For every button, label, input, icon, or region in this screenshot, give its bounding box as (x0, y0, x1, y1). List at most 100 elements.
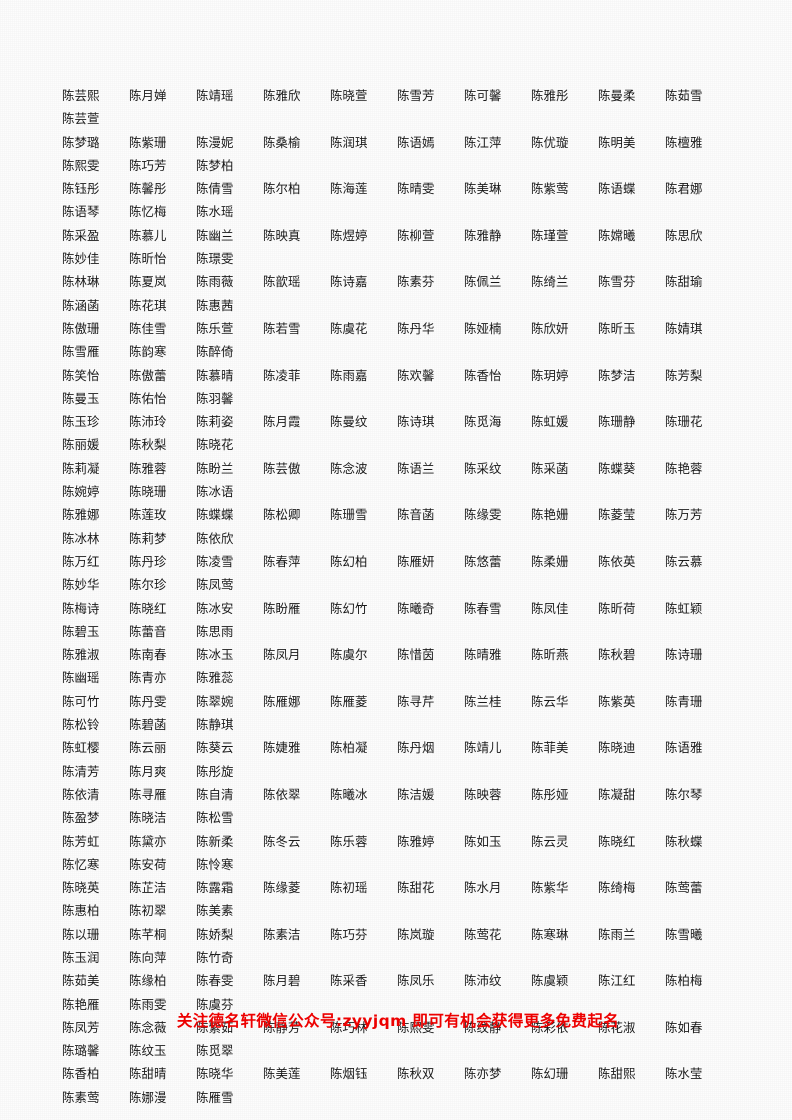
name-cell: 陈采香 (330, 973, 368, 989)
name-row: 陈莉凝 陈雅蓉 陈盼兰 陈芸傲 陈念波 陈语兰 陈采纹 陈采菡 陈蝶葵 陈艳蓉陈婉婷 陈晓珊 陈冰语 (62, 457, 734, 504)
name-row: 陈雅娜 陈莲玫 陈蝶蝶 陈松卿 陈珊雪 陈音菡 陈缘雯 陈艳姗 陈菱莹 陈万芳陈冰林 陈莉梦 陈依欣 (62, 503, 734, 550)
name-cell: 陈雁娜 (263, 693, 301, 709)
name-cell: 陈月碧 (263, 973, 301, 989)
name-cell: 陈冰语 (196, 484, 234, 500)
name-cell: 陈紫莺 (531, 181, 569, 197)
name-cell: 陈芳虹 (62, 833, 100, 849)
name-cell: 陈昕怡 (129, 251, 167, 267)
name-cell: 陈沛纹 (464, 973, 502, 989)
name-cell: 陈纹玉 (129, 1043, 167, 1059)
name-cell: 陈安荷 (129, 856, 167, 872)
name-cell: 陈自清 (196, 786, 234, 802)
name-cell: 陈幻珊 (531, 1066, 569, 1082)
name-cell: 陈慕晴 (196, 367, 234, 383)
name-cell: 陈江红 (598, 973, 636, 989)
name-cell: 陈烟钰 (330, 1066, 368, 1082)
name-row: 陈可竹 陈丹雯 陈翠婉 陈雁娜 陈雁菱 陈寻芹 陈兰桂 陈云华 陈紫英 陈青珊陈松铃 陈碧菡 陈静琪 (62, 690, 734, 737)
name-cell: 陈月霞 (263, 414, 301, 430)
name-cell: 陈婧琪 (665, 320, 703, 336)
name-cell: 陈彤旋 (196, 763, 234, 779)
name-cell: 陈夏岚 (129, 274, 167, 290)
name-cell: 陈缘雯 (464, 507, 502, 523)
name-cell: 陈曦冰 (330, 786, 368, 802)
name-cell: 陈采菡 (531, 460, 569, 476)
name-cell: 陈欢馨 (397, 367, 435, 383)
name-cell: 陈秋双 (397, 1066, 435, 1082)
name-cell: 陈曦奇 (397, 600, 435, 616)
name-cell: 陈柳萱 (397, 227, 435, 243)
name-cell: 陈露霜 (196, 880, 234, 896)
name-cell: 陈玉润 (62, 949, 100, 965)
name-cell: 陈盼雁 (263, 600, 301, 616)
name-cell: 陈韵寒 (129, 344, 167, 360)
name-cell: 陈瑾萱 (531, 227, 569, 243)
name-cell: 陈可馨 (464, 88, 502, 103)
name-cell: 陈茹雪 (665, 88, 703, 103)
name-cell: 陈笑怡 (62, 367, 100, 383)
name-cell: 陈冰林 (62, 530, 100, 546)
name-cell: 陈松卿 (263, 507, 301, 523)
name-cell: 陈甜晴 (129, 1066, 167, 1082)
name-cell: 陈念波 (330, 460, 368, 476)
name-cell: 陈万芳 (665, 507, 703, 523)
name-cell: 陈映真 (263, 227, 301, 243)
name-cell: 陈碧菡 (129, 717, 167, 733)
name-cell: 陈依英 (598, 553, 636, 569)
name-cell: 陈昕燕 (531, 647, 569, 663)
name-cell: 陈艳蓉 (665, 460, 703, 476)
name-cell: 陈凌雪 (196, 553, 234, 569)
name-cell: 陈丽媛 (62, 437, 100, 453)
name-cell: 陈娅楠 (464, 320, 502, 336)
name-row: 陈林琳 陈夏岚 陈雨薇 陈歆瑶 陈诗嘉 陈素芬 陈佩兰 陈绮兰 陈雪芬 陈甜瑜陈涵菡 陈花琪 陈惠茜 (62, 270, 734, 317)
name-cell: 陈虹颖 (665, 600, 703, 616)
name-cell: 陈虹媛 (531, 414, 569, 430)
name-cell: 陈美素 (196, 903, 234, 919)
name-cell: 陈芷洁 (129, 880, 167, 896)
name-cell: 陈佩兰 (464, 274, 502, 290)
name-cell: 陈丹雯 (129, 693, 167, 709)
name-cell: 陈芳梨 (665, 367, 703, 383)
name-cell: 陈素莺 (62, 1089, 100, 1105)
name-cell: 陈春萍 (263, 553, 301, 569)
name-row: 陈玉珍 陈沛玲 陈莉姿 陈月霞 陈曼纹 陈诗琪 陈觅海 陈虹媛 陈珊静 陈珊花陈丽媛 陈秋梨 陈晓花 (62, 410, 734, 457)
name-rows: 陈芸熙 陈月婵 陈靖瑶 陈雅欣 陈晓萱 陈雪芳 陈可馨 陈雅彤 陈曼柔 陈茹雪陈芸萱 陈梦璐 陈紫珊陈… (62, 84, 734, 1109)
name-cell: 陈春雯 (196, 973, 234, 989)
name-cell: 陈莲玫 (129, 507, 167, 523)
promo-footer-text: 关注德名轩微信公众号:zyyjqm 即可有机会获得更多免费起名 (176, 1012, 620, 1030)
name-row: 陈雅淑 陈南春 陈冰玉 陈凤月 陈虞尔 陈惜茵 陈晴雅 陈昕燕 陈秋碧 陈诗珊陈幽瑶 陈青亦 陈雅蕊 (62, 643, 734, 690)
name-cell: 陈语蝶 (598, 181, 636, 197)
name-cell: 陈水莹 (665, 1066, 703, 1082)
name-cell: 陈忆寒 (62, 856, 100, 872)
name-cell: 陈乐蓉 (330, 833, 368, 849)
name-cell: 陈蝶葵 (598, 460, 636, 476)
name-cell: 陈晓珊 (129, 484, 167, 500)
name-cell: 陈晓萱 (330, 88, 368, 103)
name-cell: 陈晴雅 (464, 647, 502, 663)
name-row: 陈芸熙 陈月婵 陈靖瑶 陈雅欣 陈晓萱 陈雪芳 陈可馨 陈雅彤 陈曼柔 陈茹雪陈芸萱 (62, 84, 734, 131)
name-cell: 陈亦梦 (464, 1066, 502, 1082)
promo-footer: 关注德名轩微信公众号:zyyjqm 即可有机会获得更多免费起名 (62, 1006, 734, 1036)
name-cell: 陈煜婷 (330, 227, 368, 243)
name-cell: 陈凝甜 (598, 786, 636, 802)
name-cell: 陈晴雯 (397, 181, 435, 197)
name-cell: 陈云慕 (665, 553, 703, 569)
name-cell: 陈海莲 (330, 181, 368, 197)
name-cell: 陈丹烟 (397, 740, 435, 756)
name-cell: 陈雁妍 (397, 553, 435, 569)
name-cell: 陈碧玉 (62, 623, 100, 639)
name-cell: 陈娜漫 (129, 1089, 167, 1105)
name-cell: 陈傲蕾 (129, 367, 167, 383)
name-row: 陈采盈 陈慕儿 陈幽兰 陈映真 陈煜婷 陈柳萱 陈雅静 陈瑾萱 陈嫦曦 陈思欣陈妙佳 陈昕怡 陈璟雯 (62, 224, 734, 271)
name-cell: 陈盼兰 (196, 460, 234, 476)
name-cell: 陈甜花 (397, 880, 435, 896)
name-cell: 陈熙雯 (62, 157, 100, 173)
name-cell: 陈雪雁 (62, 344, 100, 360)
name-cell: 陈傲珊 (62, 320, 100, 336)
name-cell: 陈梦洁 (598, 367, 636, 383)
name-cell: 陈娇梨 (196, 926, 234, 942)
name-cell: 陈芸傲 (263, 460, 301, 476)
name-cell: 陈寒琳 (531, 926, 569, 942)
name-cell: 陈梦璐 (62, 134, 100, 150)
name-cell: 陈惠柏 (62, 903, 100, 919)
name-cell: 陈初翠 (129, 903, 167, 919)
